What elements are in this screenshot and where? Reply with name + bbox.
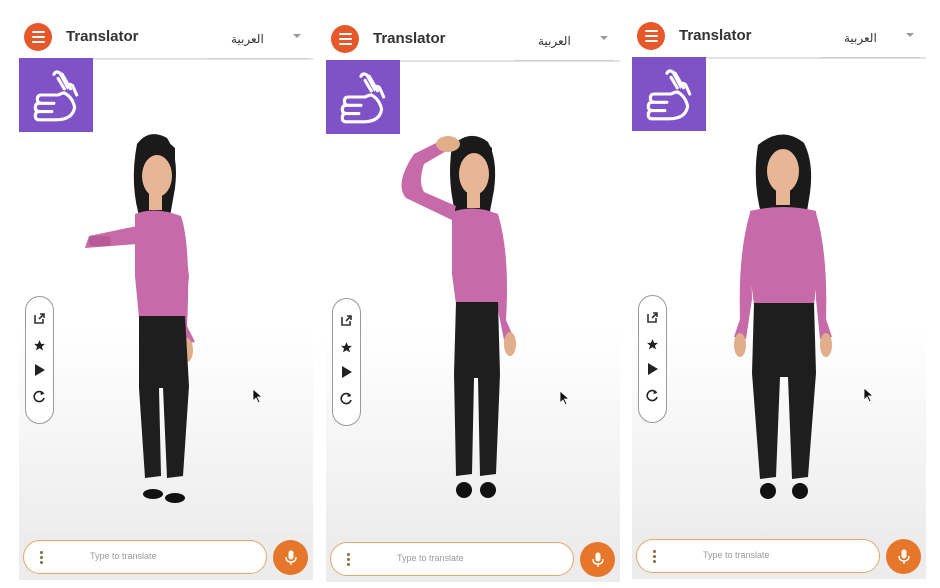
- hamburger-menu-icon: [31, 31, 45, 33]
- more-options-icon[interactable]: [40, 551, 43, 564]
- menu-button[interactable]: [637, 22, 665, 50]
- app-title: Translator: [679, 27, 752, 44]
- language-select[interactable]: العربية: [207, 20, 307, 59]
- avatar-figure: [401, 135, 516, 498]
- app-header: Translator العربية: [326, 16, 620, 62]
- mouse-cursor-icon: [559, 390, 571, 406]
- more-options-icon[interactable]: [347, 553, 350, 566]
- input-bar: Type to translate: [326, 536, 620, 582]
- play-icon[interactable]: [639, 358, 665, 380]
- play-icon[interactable]: [26, 359, 52, 381]
- translate-input[interactable]: Type to translate: [23, 540, 267, 574]
- language-value: العربية: [538, 34, 571, 48]
- hamburger-menu-icon: [644, 30, 658, 32]
- avatar-figure: [85, 134, 195, 503]
- sign-language-badge[interactable]: [19, 58, 93, 132]
- hamburger-menu-icon: [338, 33, 352, 35]
- microphone-icon: [591, 552, 604, 567]
- app-title: Translator: [66, 28, 139, 45]
- translator-panel-1: Translator العربية Type to translate: [19, 14, 313, 580]
- open-external-icon[interactable]: [639, 306, 665, 328]
- open-external-icon[interactable]: [333, 309, 359, 331]
- input-bar: Type to translate: [19, 534, 313, 580]
- play-icon[interactable]: [333, 361, 359, 383]
- microphone-icon: [284, 550, 297, 565]
- translate-input[interactable]: Type to translate: [636, 539, 880, 573]
- refresh-icon[interactable]: [333, 387, 359, 409]
- menu-button[interactable]: [24, 23, 52, 51]
- refresh-icon[interactable]: [639, 384, 665, 406]
- input-placeholder: Type to translate: [397, 553, 464, 563]
- star-icon[interactable]: [639, 333, 665, 355]
- app-title: Translator: [373, 30, 446, 47]
- language-value: العربية: [231, 32, 264, 46]
- menu-button[interactable]: [331, 25, 359, 53]
- language-value: العربية: [844, 31, 877, 45]
- language-select[interactable]: العربية: [514, 22, 614, 61]
- microphone-button[interactable]: [580, 542, 615, 577]
- open-external-icon[interactable]: [26, 307, 52, 329]
- input-bar: Type to translate: [632, 533, 926, 579]
- tool-panel: [638, 295, 667, 423]
- app-header: Translator العربية: [19, 14, 313, 60]
- sign-language-badge[interactable]: [326, 60, 400, 134]
- sign-language-hand-icon: [340, 72, 386, 124]
- avatar-figure: [734, 134, 832, 499]
- sign-language-badge[interactable]: [632, 57, 706, 131]
- mouse-cursor-icon: [252, 388, 264, 404]
- more-options-icon[interactable]: [653, 550, 656, 563]
- microphone-button[interactable]: [886, 539, 921, 574]
- chevron-down-icon: [906, 33, 914, 37]
- translate-input[interactable]: Type to translate: [330, 542, 574, 576]
- translator-panel-2: Translator العربية Type to translate: [326, 16, 620, 582]
- tool-panel: [25, 296, 54, 424]
- microphone-icon: [897, 549, 910, 564]
- translator-panel-3: Translator العربية Type to translate: [632, 13, 926, 579]
- input-placeholder: Type to translate: [90, 551, 157, 561]
- refresh-icon[interactable]: [26, 385, 52, 407]
- microphone-button[interactable]: [273, 540, 308, 575]
- sign-language-hand-icon: [646, 69, 692, 121]
- tool-panel: [332, 298, 361, 426]
- mouse-cursor-icon: [863, 387, 875, 403]
- language-select[interactable]: العربية: [820, 19, 920, 58]
- app-header: Translator العربية: [632, 13, 926, 59]
- star-icon[interactable]: [26, 334, 52, 356]
- chevron-down-icon: [600, 36, 608, 40]
- sign-language-hand-icon: [33, 70, 79, 122]
- star-icon[interactable]: [333, 336, 359, 358]
- chevron-down-icon: [293, 34, 301, 38]
- input-placeholder: Type to translate: [703, 550, 770, 560]
